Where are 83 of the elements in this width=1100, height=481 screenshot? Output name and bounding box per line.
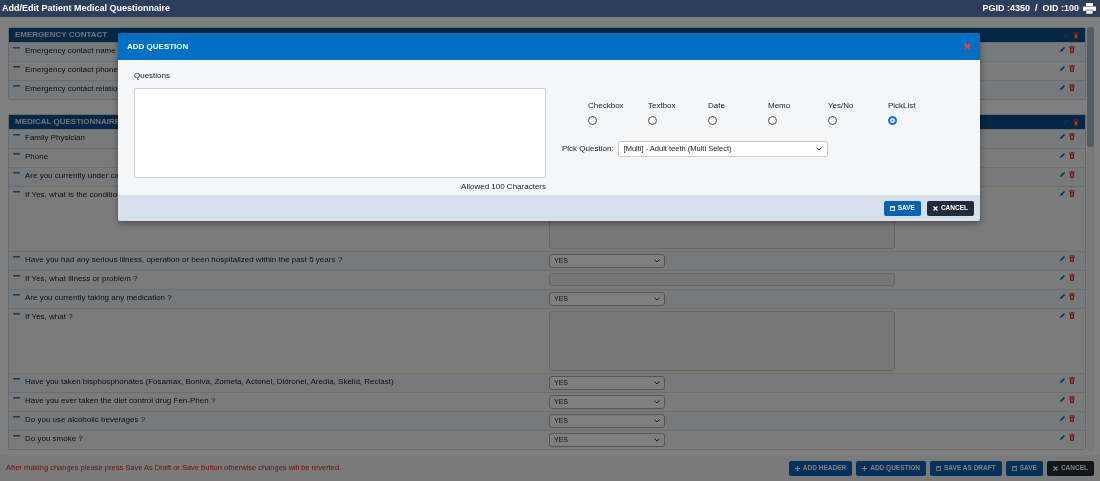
delete-icon[interactable] [1069, 293, 1075, 300]
scrollbar[interactable] [1087, 27, 1094, 451]
chevron-icon [815, 147, 822, 151]
print-icon[interactable] [1083, 3, 1096, 14]
question-label: Are you currently taking any medication ? [25, 292, 172, 304]
radio-label: Textbox [648, 100, 676, 112]
question-label: Emergency contact name [25, 45, 116, 57]
delete-icon[interactable] [1069, 133, 1075, 140]
section-title: EMERGENCY CONTACT [15, 29, 108, 41]
edit-icon[interactable] [1059, 293, 1066, 300]
edit-icon[interactable] [1059, 65, 1066, 72]
chevron-icon [654, 438, 660, 442]
save-icon [889, 205, 895, 211]
edit-icon[interactable] [1059, 84, 1066, 91]
delete-icon[interactable] [1073, 31, 1079, 39]
radio-button[interactable] [588, 116, 597, 125]
question-label: If Yes, what ? [25, 311, 73, 323]
plus-icon [794, 465, 800, 471]
edit-icon[interactable] [1059, 415, 1066, 422]
edit-icon[interactable] [1059, 190, 1066, 197]
chevron-icon [654, 259, 660, 263]
edit-icon[interactable] [1059, 255, 1066, 262]
page-title: Add/Edit Patient Medical Questionnaire [2, 1, 171, 15]
scrollbar-thumb[interactable] [1087, 27, 1094, 147]
question-label: Have you ever taken the diet control drug Fen-Phen ? [25, 395, 216, 407]
field-label: Pick Question: [562, 143, 614, 155]
delete-icon[interactable] [1069, 46, 1075, 53]
close-icon[interactable] [964, 43, 971, 50]
delete-icon[interactable] [1069, 171, 1075, 178]
chevron-icon [654, 381, 660, 385]
question-label: Family Physician [25, 132, 85, 144]
delete-icon[interactable] [1069, 434, 1075, 441]
question-textarea[interactable] [134, 88, 546, 178]
delete-icon[interactable] [1069, 255, 1075, 262]
radio-button[interactable] [768, 116, 777, 125]
delete-icon[interactable] [1069, 377, 1075, 384]
delete-icon[interactable] [1069, 396, 1075, 403]
delete-icon[interactable] [1069, 312, 1075, 319]
question-label: Do you smoke ? [25, 433, 83, 445]
delete-icon[interactable] [1069, 84, 1075, 91]
chevron-icon [654, 419, 660, 423]
edit-icon[interactable] [1059, 274, 1066, 281]
edit-icon[interactable] [1059, 434, 1066, 441]
delete-icon[interactable] [1069, 190, 1075, 197]
radio-button[interactable] [708, 116, 717, 125]
edit-icon[interactable] [1059, 396, 1066, 403]
question-label: Emergency contact relatio [25, 83, 118, 95]
radio-label: Date [708, 100, 725, 112]
delete-icon[interactable] [1069, 152, 1075, 159]
question-label: Have you had any serious illness, operation or been hospitalized within the past 5 years ? [25, 254, 343, 266]
edit-icon[interactable] [1059, 171, 1066, 178]
delete-icon[interactable] [1073, 118, 1079, 126]
record-ids: PGID :4350 / OID :100 [982, 1, 1079, 15]
edit-icon[interactable] [1059, 377, 1066, 384]
question-label: If Yes, what illness or problem ? [25, 273, 138, 285]
radio-button[interactable] [648, 116, 657, 125]
chevron-icon [654, 297, 660, 301]
radio-button[interactable] [828, 116, 837, 125]
delete-icon[interactable] [1069, 65, 1075, 72]
save-icon [936, 465, 942, 471]
radio-label: PickList [888, 100, 916, 112]
chevron-icon [654, 400, 660, 404]
radio-button[interactable] [888, 116, 897, 125]
radio-label: Checkbox [588, 100, 624, 112]
field-label: Questions [134, 70, 172, 82]
question-label: If Yes, what is the conditio [25, 189, 118, 201]
delete-icon[interactable] [1069, 415, 1075, 422]
close-icon [1052, 465, 1058, 471]
radio-label: Yes/No [828, 100, 854, 112]
save-icon [1011, 465, 1017, 471]
section-title: MEDICAL QUESTIONNAIRE [15, 116, 121, 128]
edit-icon[interactable] [1059, 312, 1066, 319]
plus-icon [862, 465, 868, 471]
question-label: Do you use alcoholic beverages ? [25, 414, 146, 426]
dialog-title: ADD QUESTION [127, 40, 189, 53]
char-limit-note: Allowed 100 Characters [460, 181, 546, 193]
question-label: Have you taken bisphosphonates (Fosamax, Boniva, Zometa, Actonel, Didronel, Aredia, Skelid, Reclast) [25, 376, 394, 388]
delete-icon[interactable] [1069, 274, 1075, 281]
edit-icon[interactable] [1059, 152, 1066, 159]
radio-label: Memo [768, 100, 791, 112]
question-label: Phone [25, 151, 49, 163]
question-label: Emergency contact phone [25, 64, 118, 76]
close-icon [932, 205, 938, 211]
